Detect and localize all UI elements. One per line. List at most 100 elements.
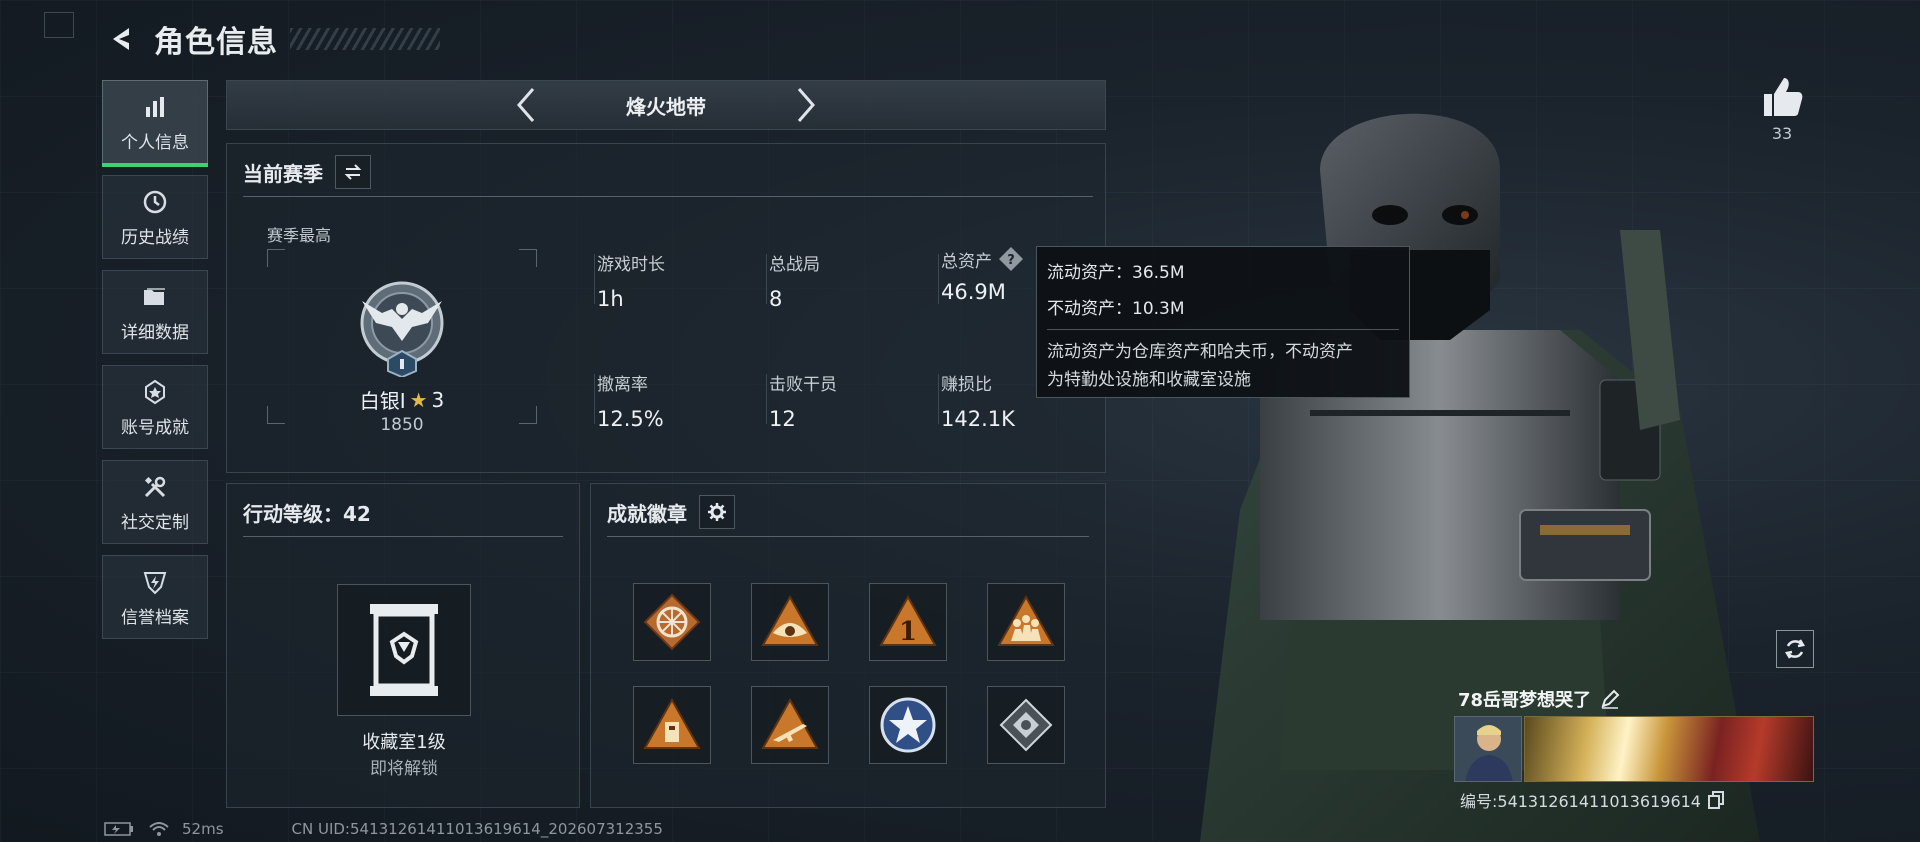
chevron-left-icon [517,88,535,122]
back-arrow-icon [113,28,129,50]
nav-label: 历史战绩 [121,227,189,248]
stat-extraction-rate: 撤离率 12.5% [597,370,757,431]
stat-value: 142.1K [941,407,1015,431]
season-title: 当前赛季 [243,161,323,186]
nav-personal-info[interactable]: 个人信息 [102,80,208,167]
stat-playtime: 游戏时长 1h [597,250,757,311]
stat-divider [766,374,767,424]
bar-chart-icon [140,92,170,122]
player-name: 78岳哥梦想哭了 [1458,690,1592,711]
badge-slot[interactable] [987,583,1065,661]
rotate-model-button[interactable] [1776,630,1814,668]
stat-label: 总资产 [941,251,992,272]
nav-label: 个人信息 [121,132,189,153]
badge-slot[interactable] [633,583,711,661]
season-head: 当前赛季 [243,154,371,190]
thumbs-up-icon[interactable] [1758,74,1806,120]
nav-history[interactable]: 历史战绩 [102,175,208,259]
switch-season-button[interactable] [335,155,371,189]
number-one-badge-icon: 1 [879,594,937,647]
action-level-panel: 行动等级：42 收藏室1级 即将解锁 [226,483,580,808]
rank-stars: 3 [431,387,445,412]
next-mode-button[interactable] [786,83,826,127]
header: 角色信息 [104,16,440,62]
prev-mode-button[interactable] [506,83,546,127]
stat-operators-defeated: 击败干员 12 [769,370,929,431]
star-emblem-badge-icon [880,697,936,753]
action-level-head: 行动等级：42 [243,494,371,530]
page-title: 角色信息 [154,25,278,60]
nav-label: 详细数据 [121,322,189,343]
nav-credit-file[interactable]: 信誉档案 [102,555,208,639]
collection-room-name: 收藏室1级 [362,732,446,753]
rank-eagle-badge-icon [360,281,444,377]
refresh-icon [1785,639,1805,659]
achievement-badges-panel: 成就徽章 1 [590,483,1106,808]
stat-label: 游戏时长 [597,255,665,275]
badge-slot[interactable] [633,686,711,764]
badge-slot[interactable] [751,583,829,661]
divider [243,196,1093,197]
stat-divider [594,374,595,424]
stat-divider [938,374,939,424]
copy-icon[interactable] [1707,791,1725,809]
badge-slot[interactable] [751,686,829,764]
ping-value: 52ms [182,820,224,838]
stat-total-matches: 总战局 8 [769,250,929,311]
uid-text: CN UID:54131261411013619614_202607312355 [291,820,663,838]
wifi-icon [149,822,169,836]
tooltip-description-line2: 为特勤处设施和收藏室设施 [1047,370,1251,390]
player-name-row: 78岳哥梦想哭了 [1458,686,1621,712]
stat-value: 12 [769,407,796,431]
nav-detailed-data[interactable]: 详细数据 [102,270,208,354]
diamond-badge-icon [999,698,1053,752]
stat-divider [766,254,767,304]
eye-badge-icon [761,594,819,646]
player-id: 编号:54131261411013619614 [1460,792,1701,811]
player-id-row: 编号:54131261411013619614 [1460,788,1725,812]
battery-icon [104,822,133,836]
nav-account-achievements[interactable]: 账号成就 [102,365,208,449]
tooltip-fixed-assets: 不动资产：10.3M [1047,299,1185,319]
stat-divider [938,254,939,304]
badge-slot[interactable] [987,686,1065,764]
mode-title: 烽火地带 [626,94,706,119]
edit-pencil-icon[interactable] [1599,688,1621,710]
badges-title: 成就徽章 [607,501,687,526]
title-decoration [290,28,440,50]
wheel-badge-icon [643,593,701,651]
collection-room-status: 即将解锁 [370,759,438,779]
divider [1047,329,1399,330]
collection-room-card[interactable] [337,584,471,716]
tooltip-description-line1: 流动资产为仓库资产和哈夫币，不动资产 [1047,342,1353,362]
player-banner[interactable] [1524,716,1814,782]
stat-label: 击败干员 [769,375,837,395]
gear-icon [708,503,726,521]
divider [243,536,563,537]
stat-value: 8 [769,287,783,311]
season-best-label: 赛季最高 [267,226,332,245]
rank-name-row: 白银I ★ 3 [267,385,537,414]
tools-icon [140,472,170,502]
nav-label: 账号成就 [121,417,189,438]
badge-slot[interactable] [869,686,947,764]
mode-tab-bar: 烽火地带 [226,80,1106,130]
team-badge-icon [997,594,1055,646]
assets-tooltip: 流动资产：36.5M 不动资产：10.3M 流动资产为仓库资产和哈夫币，不动资产… [1036,246,1410,398]
nav-label: 社交定制 [121,512,189,533]
avatar[interactable] [1454,716,1522,782]
nav-label: 信誉档案 [121,607,189,628]
badge-slot[interactable]: 1 [869,583,947,661]
status-footer: 52ms CN UID:54131261411013619614_2026073… [104,820,663,838]
folder-icon [140,282,170,312]
season-panel: 当前赛季 赛季最高 白银I ★ 3 1850 游戏时长 1h 总战局 8 总资产… [226,143,1106,473]
locker-badge-icon [643,697,701,749]
stat-value: 12.5% [597,407,664,431]
corner-decoration [44,12,74,38]
tooltip-liquid-assets: 流动资产：36.5M [1047,263,1185,283]
achievement-icon [140,377,170,407]
help-icon[interactable]: ? [998,246,1024,272]
nav-social-custom[interactable]: 社交定制 [102,460,208,544]
back-button[interactable] [104,19,140,59]
badge-settings-button[interactable] [699,495,735,529]
